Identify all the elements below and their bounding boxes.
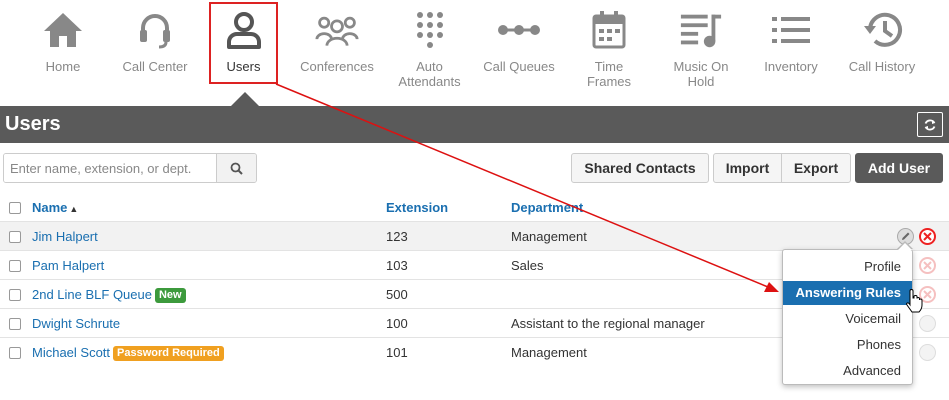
nav-item-call-history[interactable]: Call History [841,0,923,100]
page-title: Users [5,113,61,135]
list-icon [769,10,813,50]
search-box [3,153,257,183]
nav-label: Users [226,59,261,74]
nav-item-users[interactable]: Users [209,0,278,100]
top-nav: Home Call Center Users Conferences Auto … [0,0,949,106]
select-all-checkbox[interactable] [9,202,21,214]
user-name-link[interactable]: Pam Halpert [32,258,104,273]
new-badge: New [154,288,186,303]
add-user-button[interactable]: Add User [855,153,943,183]
menu-item-profile[interactable]: Profile [783,255,912,279]
user-extension: 100 [386,316,408,331]
user-extension: 123 [386,229,408,244]
search-input[interactable] [4,154,216,182]
nav-label: Home [45,59,81,74]
table-row[interactable]: Jim Halpert 123 Management [0,221,949,250]
search-icon [230,162,243,175]
row-checkbox[interactable] [9,260,21,272]
nav-item-auto-attendants[interactable]: Auto Attendants [392,0,467,100]
nav-label: Inventory [764,59,818,74]
user-extension: 500 [386,287,408,302]
nav-item-home[interactable]: Home [28,0,98,100]
nav-label: Call Queues [483,59,555,74]
nav-item-music-on-hold[interactable]: Music On Hold [663,0,739,100]
import-button[interactable]: Import [713,153,782,183]
nav-item-inventory[interactable]: Inventory [756,0,826,100]
password-required-badge: Password Required [113,346,224,361]
sort-asc-icon: ▲ [69,204,79,214]
edit-menu-button[interactable] [919,344,936,361]
user-department: Management [511,345,587,360]
nav-label: Conferences [300,59,374,74]
user-name-cell: 2nd Line BLF Queue New [32,287,186,303]
menu-item-phones[interactable]: Phones [783,333,912,357]
active-caret [231,92,259,106]
user-name-cell: Michael Scott Password Required [32,345,224,361]
user-department: Assistant to the regional manager [511,316,705,331]
hand-cursor-icon [906,289,923,313]
user-department: Management [511,229,587,244]
user-icon [222,10,266,50]
column-header-name[interactable]: Name ▲ [32,200,78,215]
export-button[interactable]: Export [781,153,851,183]
nav-label: Call Center [122,59,188,74]
history-icon [860,10,904,50]
home-icon [41,10,85,50]
delete-button[interactable] [919,257,936,274]
user-extension: 101 [386,345,408,360]
music-list-icon [679,10,723,50]
user-name-link[interactable]: 2nd Line BLF Queue [32,287,152,302]
headset-icon [133,10,177,50]
keypad-icon [408,10,452,50]
close-icon [923,232,932,241]
menu-item-voicemail[interactable]: Voicemail [783,307,912,331]
nav-item-call-center[interactable]: Call Center [115,0,195,100]
close-icon [923,261,932,270]
shared-contacts-button[interactable]: Shared Contacts [571,153,709,183]
group-icon [315,10,359,50]
row-checkbox[interactable] [9,318,21,330]
user-actions-menu: Profile Answering Rules Voicemail Phones… [782,249,913,385]
close-icon [923,290,932,299]
user-name-link[interactable]: Michael Scott [32,345,110,360]
table-header: Name ▲ Extension Department [0,193,949,222]
queue-icon [497,10,541,50]
row-checkbox[interactable] [9,231,21,243]
nav-item-call-queues[interactable]: Call Queues [480,0,558,100]
user-name-link[interactable]: Dwight Schrute [32,316,120,331]
nav-item-time-frames[interactable]: Time Frames [574,0,644,100]
refresh-button[interactable] [917,112,943,137]
column-header-extension[interactable]: Extension [386,200,448,215]
nav-item-conferences[interactable]: Conferences [297,0,377,100]
search-button[interactable] [216,154,256,182]
dropdown-caret-inner [898,243,912,250]
menu-item-advanced[interactable]: Advanced [783,359,912,383]
nav-label: Time Frames [586,59,632,89]
page-header: Users [0,106,949,143]
delete-button[interactable] [919,228,936,245]
column-label: Name [32,200,68,215]
nav-label: Auto Attendants [398,59,461,89]
column-header-department[interactable]: Department [511,200,583,215]
nav-label: Call History [848,59,916,74]
user-department: Sales [511,258,544,273]
user-name-link[interactable]: Jim Halpert [32,229,98,244]
user-extension: 103 [386,258,408,273]
refresh-icon [924,119,936,130]
row-checkbox[interactable] [9,347,21,359]
row-checkbox[interactable] [9,289,21,301]
menu-item-answering-rules[interactable]: Answering Rules [783,281,912,305]
edit-menu-button[interactable] [919,315,936,332]
calendar-icon [587,10,631,50]
nav-label: Music On Hold [673,59,729,89]
